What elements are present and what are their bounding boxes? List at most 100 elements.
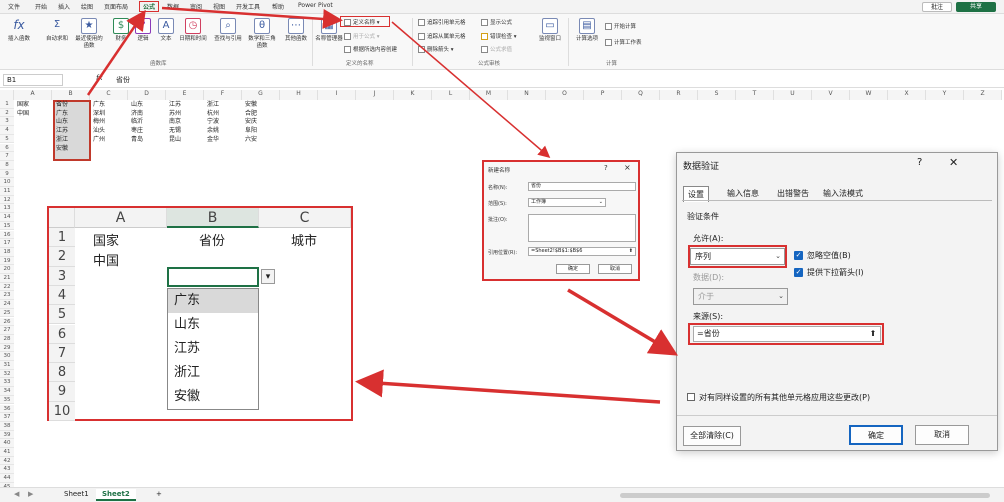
row-header[interactable]: 41: [0, 448, 14, 457]
row-header[interactable]: 19: [0, 256, 14, 266]
table-cell[interactable]: 枣庄: [131, 127, 143, 135]
cell-b[interactable]: 安徽: [56, 145, 68, 153]
refers-to-input[interactable]: =Sheet2!$B$1:$B$6 ⬆: [528, 247, 636, 256]
row-header[interactable]: 42: [0, 456, 14, 466]
dropdown-item[interactable]: 浙江: [168, 361, 258, 385]
row-header[interactable]: 29: [0, 343, 14, 353]
table-cell[interactable]: 临沂: [131, 118, 143, 126]
column-header[interactable]: B: [52, 90, 90, 100]
add-sheet-button[interactable]: +: [150, 489, 168, 499]
row-header[interactable]: 1: [0, 100, 14, 109]
row-header[interactable]: 8: [0, 160, 14, 170]
row-header[interactable]: 13: [0, 204, 14, 214]
row-header[interactable]: 38: [0, 421, 14, 431]
column-header[interactable]: V: [812, 90, 850, 100]
cancel-button[interactable]: 取消: [598, 264, 632, 274]
column-header[interactable]: L: [432, 90, 470, 100]
remove-arrows-button[interactable]: 删除箭头 ▾: [418, 45, 454, 53]
calculate-sheet-button[interactable]: 计算工作表: [605, 38, 642, 46]
column-header[interactable]: P: [584, 90, 622, 100]
dropdown-item[interactable]: 安徽: [168, 385, 258, 409]
tab-draw[interactable]: 绘图: [81, 2, 93, 11]
tab-input-message[interactable]: 输入信息: [723, 186, 763, 201]
cell-b[interactable]: 浙江: [56, 136, 68, 144]
row-header[interactable]: 16: [0, 230, 14, 240]
column-header[interactable]: F: [204, 90, 242, 100]
column-header[interactable]: R: [660, 90, 698, 100]
tab-page-layout[interactable]: 页面布局: [104, 2, 128, 11]
table-cell[interactable]: 六安: [245, 136, 257, 144]
cell-a2[interactable]: 中国: [17, 110, 29, 118]
table-cell[interactable]: 安庆: [245, 118, 257, 126]
formula-input[interactable]: 省份: [116, 75, 130, 85]
calculate-now-button[interactable]: 开始计算: [605, 22, 636, 30]
tab-help[interactable]: 帮助: [272, 2, 284, 11]
comment-button[interactable]: 批注: [922, 2, 952, 12]
row-header[interactable]: 31: [0, 361, 14, 370]
row-header[interactable]: 40: [0, 439, 14, 448]
tab-ime-mode[interactable]: 输入法模式: [819, 186, 867, 201]
ok-button[interactable]: 确定: [849, 425, 903, 445]
autosum-button[interactable]: Σ 自动求和: [42, 18, 72, 43]
close-icon[interactable]: ✕: [949, 156, 958, 169]
comment-textarea[interactable]: [528, 214, 636, 242]
table-cell[interactable]: 宁波: [207, 118, 219, 126]
table-cell[interactable]: 无锡: [169, 127, 181, 135]
fx-icon[interactable]: fx: [96, 74, 103, 82]
show-formulas-button[interactable]: 显示公式: [481, 18, 512, 26]
table-cell[interactable]: 南京: [169, 118, 181, 126]
define-name-button[interactable]: 定义名称 ▾: [344, 18, 380, 26]
column-header[interactable]: Z: [964, 90, 1002, 100]
sheet-tab-1[interactable]: Sheet1: [58, 489, 95, 499]
tab-formulas[interactable]: 公式: [139, 1, 160, 12]
row-header[interactable]: 25: [0, 308, 14, 318]
column-header[interactable]: E: [166, 90, 204, 100]
name-input[interactable]: 省份: [528, 182, 636, 191]
collapse-dialog-icon[interactable]: ⬆: [866, 327, 880, 341]
use-in-formula-button[interactable]: 用于公式 ▾: [344, 32, 380, 40]
tab-file[interactable]: 文件: [8, 2, 20, 11]
table-cell[interactable]: 山东: [131, 101, 143, 109]
row-header[interactable]: 23: [0, 291, 14, 301]
horizontal-scrollbar[interactable]: [620, 493, 990, 498]
column-header[interactable]: K: [394, 90, 432, 100]
table-cell[interactable]: 合肥: [245, 110, 257, 118]
next-sheet-icon[interactable]: ▶: [22, 489, 39, 499]
tab-review[interactable]: 审阅: [190, 2, 202, 11]
row-header[interactable]: 6: [0, 143, 14, 153]
scope-select[interactable]: 工作簿 ⌄: [528, 198, 606, 207]
dropdown-arrow-button[interactable]: ▾: [261, 269, 275, 284]
share-button[interactable]: 共享: [956, 2, 996, 12]
dropdown-checkbox[interactable]: ✓: [794, 268, 803, 277]
collapse-icon[interactable]: ⬆: [629, 248, 633, 255]
column-header[interactable]: N: [508, 90, 546, 100]
row-header[interactable]: 34: [0, 387, 14, 396]
clear-all-button[interactable]: 全部清除(C): [683, 426, 741, 446]
dropdown-item[interactable]: 山东: [168, 313, 258, 337]
cancel-button[interactable]: 取消: [915, 425, 969, 445]
ignore-blank-checkbox[interactable]: ✓: [794, 251, 803, 260]
tab-view[interactable]: 视图: [213, 2, 225, 11]
table-cell[interactable]: 浙江: [207, 101, 219, 109]
table-cell[interactable]: 汕头: [93, 127, 105, 135]
row-header[interactable]: 5: [0, 134, 14, 144]
row-header[interactable]: 9: [0, 169, 14, 179]
column-header[interactable]: H: [280, 90, 318, 100]
recent-functions-button[interactable]: ★ 最近使用的函数: [74, 18, 104, 50]
row-header[interactable]: 33: [0, 378, 14, 388]
row-header[interactable]: 17: [0, 239, 14, 248]
evaluate-formula-button[interactable]: 公式求值: [481, 45, 512, 53]
name-box[interactable]: B1: [3, 74, 63, 86]
more-functions-button[interactable]: ⋯ 其他函数: [281, 18, 311, 43]
row-header[interactable]: 22: [0, 282, 14, 292]
active-cell-b3[interactable]: [167, 267, 259, 287]
cell-a1[interactable]: 国家: [17, 101, 29, 109]
row-header[interactable]: 10: [0, 178, 14, 187]
row-header[interactable]: 12: [0, 195, 14, 205]
column-header[interactable]: G: [242, 90, 280, 100]
row-header[interactable]: 15: [0, 221, 14, 231]
cell-b[interactable]: 江苏: [56, 127, 68, 135]
watch-window-button[interactable]: ▭ 监视窗口: [535, 18, 565, 43]
table-cell[interactable]: 青岛: [131, 136, 143, 144]
help-icon[interactable]: ?: [604, 164, 608, 172]
